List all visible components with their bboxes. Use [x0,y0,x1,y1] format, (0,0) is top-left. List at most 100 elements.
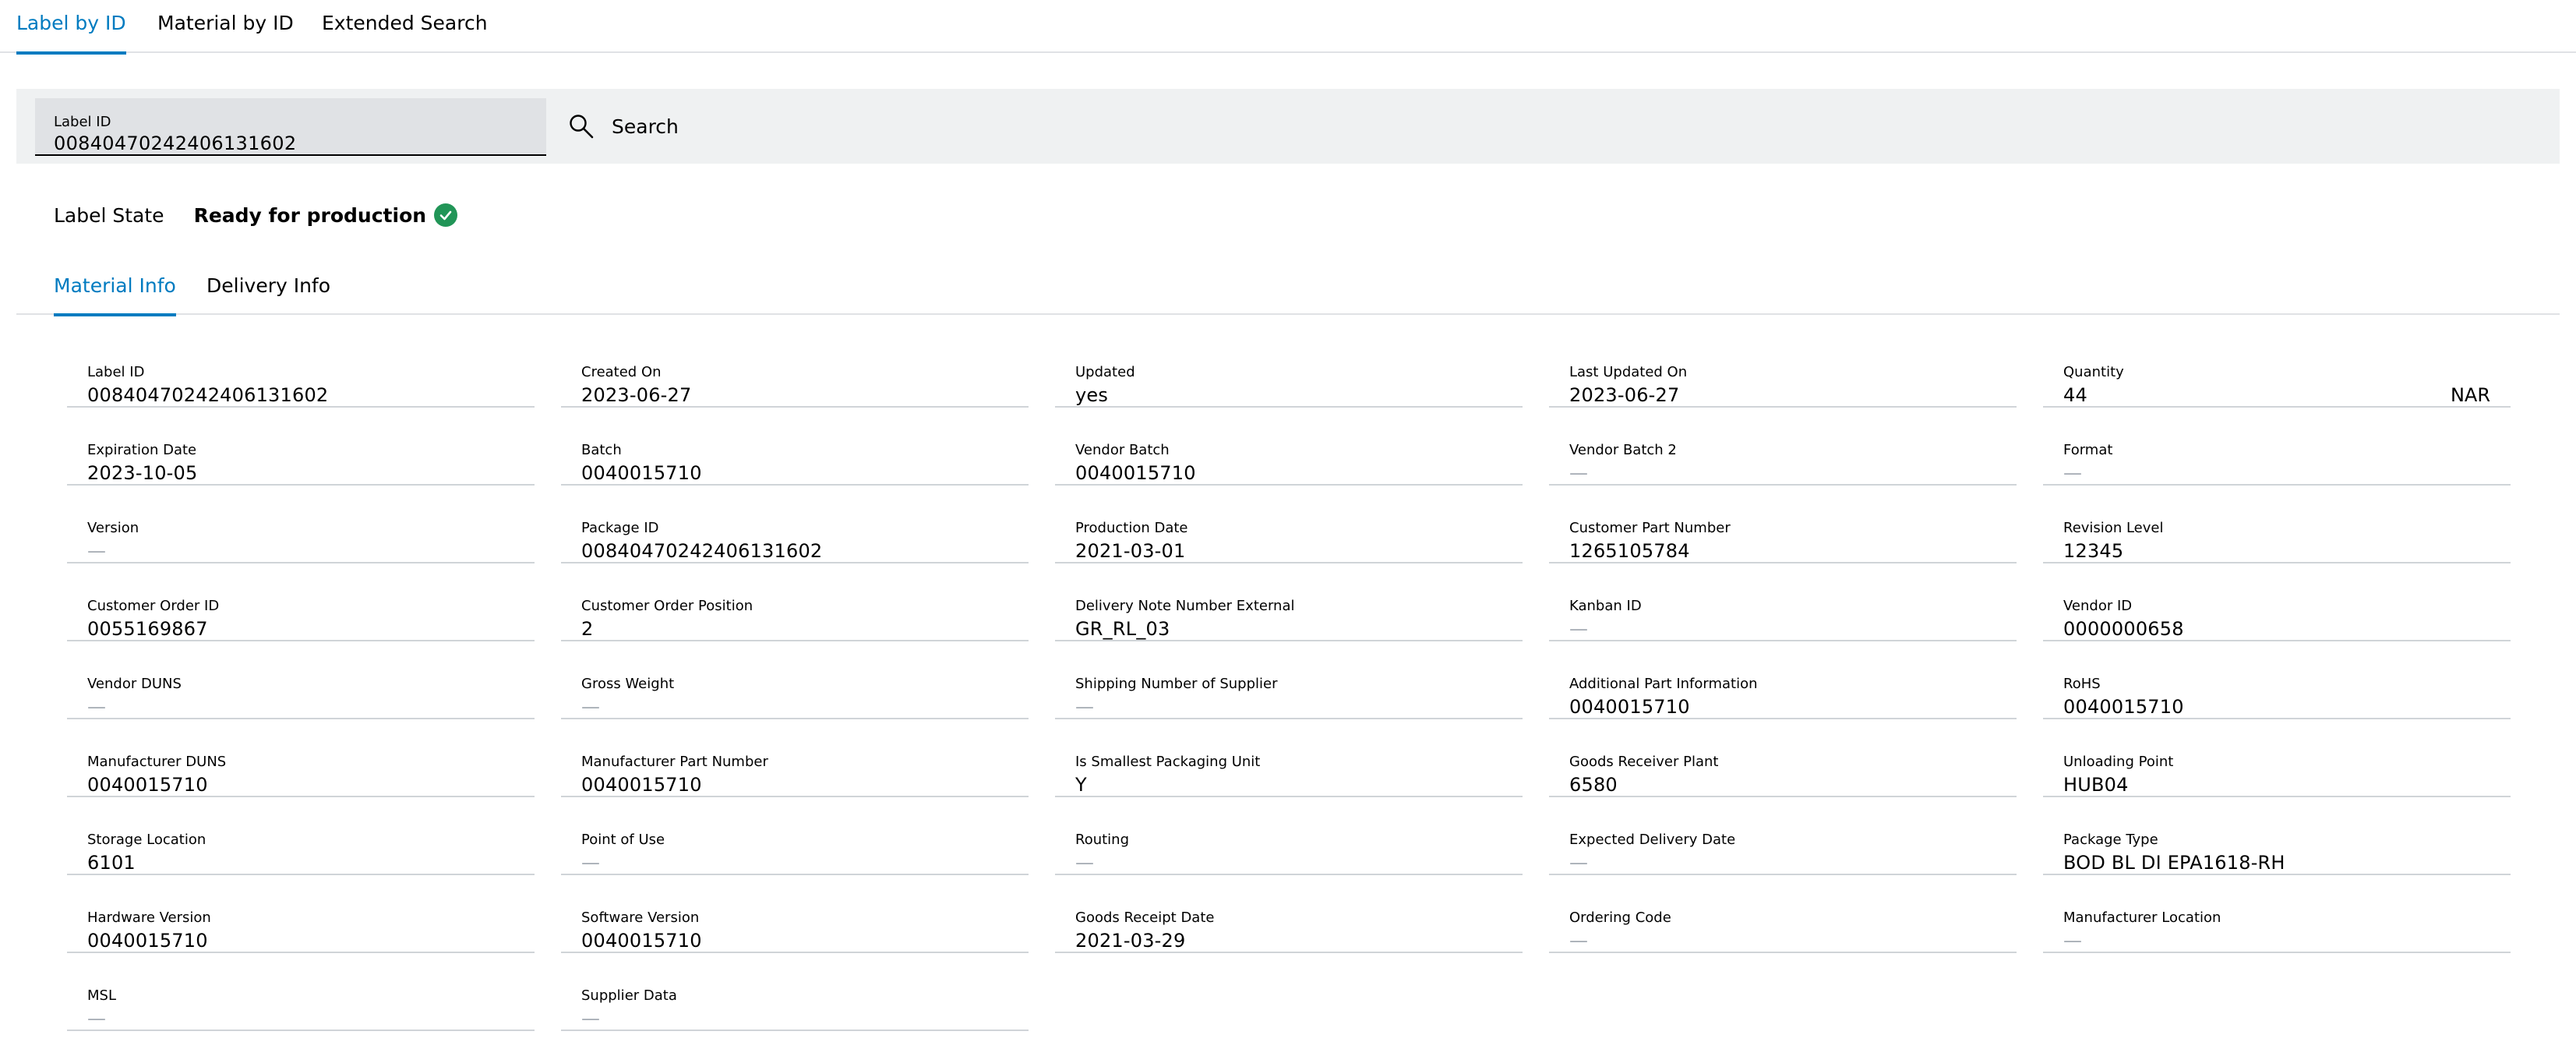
field-label: Gross Weight [581,676,675,692]
field-goods-receiver-plant: Goods Receiver Plant 6580 [1549,744,2017,797]
field-value: 2023-06-27 [1569,384,1680,406]
field-value: — [87,696,107,718]
field-batch: Batch 0040015710 [561,433,1029,486]
field-value: — [2063,930,2083,952]
top-tab-bar: Label by ID Material by ID Extended Sear… [0,0,2576,55]
field-value: 0040015710 [581,930,702,952]
field-storage-location: Storage Location 6101 [67,822,535,875]
label-id-input[interactable]: Label ID 00840470242406131602 [35,98,546,156]
material-info-grid: Label ID 00840470242406131602 Created On 20… [67,355,2511,1031]
field-label: Customer Part Number [1569,520,1731,536]
field-label: Package Type [2063,832,2158,848]
field-value: — [581,852,601,874]
field-updated: Updated yes [1055,355,1523,408]
field-label: Software Version [581,909,700,926]
field-value: 1265105784 [1569,540,1690,562]
field-gross-weight: Gross Weight — [561,666,1029,719]
field-label: Vendor ID [2063,598,2133,614]
field-manufacturer-part-number: Manufacturer Part Number 0040015710 [561,744,1029,797]
field-label: Expiration Date [87,442,197,458]
field-label: Point of Use [581,832,665,848]
field-value: 6101 [87,852,136,874]
field-goods-receipt-date: Goods Receipt Date 2021-03-29 [1055,900,1523,953]
field-label-id: Label ID 00840470242406131602 [67,355,535,408]
field-delivery-note-number-external: Delivery Note Number External GR_RL_03 [1055,588,1523,641]
field-value: 0040015710 [2063,696,2184,718]
field-routing: Routing — [1055,822,1523,875]
field-expected-delivery-date: Expected Delivery Date — [1549,822,2017,875]
field-label: Revision Level [2063,520,2164,536]
search-icon [570,115,594,139]
field-production-date: Production Date 2021-03-01 [1055,510,1523,563]
field-msl: MSL — [67,978,535,1031]
field-unloading-point: Unloading Point HUB04 [2043,744,2511,797]
tab-extended-search[interactable]: Extended Search [322,0,488,53]
field-value: — [1569,852,1589,874]
field-value: BOD BL DI EPA1618-RH [2063,852,2285,874]
field-label: Manufacturer Location [2063,909,2221,926]
field-value: 0040015710 [581,462,702,484]
field-is-smallest-packaging-unit: Is Smallest Packaging Unit Y [1055,744,1523,797]
search-button[interactable]: Search [568,104,679,148]
field-value: 2 [581,618,594,640]
info-tab-bar: Material Info Delivery Info [16,259,2560,316]
field-customer-part-number: Customer Part Number 1265105784 [1549,510,2017,563]
field-vendor-duns: Vendor DUNS — [67,666,535,719]
field-label: Customer Order ID [87,598,220,614]
field-label: Production Date [1075,520,1188,536]
field-value: — [1569,618,1589,640]
field-label: Kanban ID [1569,598,1642,614]
field-value: — [581,1008,601,1030]
field-vendor-id: Vendor ID 0000000658 [2043,588,2511,641]
tab-material-by-id[interactable]: Material by ID [157,0,294,53]
field-point-of-use: Point of Use — [561,822,1029,875]
field-software-version: Software Version 0040015710 [561,900,1029,953]
tab-label-by-id[interactable]: Label by ID [16,0,126,55]
field-label: Label ID [87,364,145,380]
field-customer-order-id: Customer Order ID 0055169867 [67,588,535,641]
field-value: 0040015710 [581,774,702,796]
field-rohs: RoHS 0040015710 [2043,666,2511,719]
field-label: Goods Receipt Date [1075,909,1215,926]
field-shipping-number-of-supplier: Shipping Number of Supplier — [1055,666,1523,719]
field-manufacturer-location: Manufacturer Location — [2043,900,2511,953]
label-id-input-label: Label ID [54,114,111,130]
field-value: 00840470242406131602 [581,540,823,562]
field-expiration-date: Expiration Date 2023-10-05 [67,433,535,486]
field-label: Unloading Point [2063,754,2174,770]
field-value: 2021-03-01 [1075,540,1186,562]
field-manufacturer-duns: Manufacturer DUNS 0040015710 [67,744,535,797]
field-last-updated-on: Last Updated On 2023-06-27 [1549,355,2017,408]
field-label: Updated [1075,364,1135,380]
field-format: Format — [2043,433,2511,486]
tab-delivery-info[interactable]: Delivery Info [206,259,330,315]
field-vendor-batch: Vendor Batch 0040015710 [1055,433,1523,486]
field-label: MSL [87,987,116,1004]
field-label: Batch [581,442,622,458]
field-quantity: Quantity 44 NAR [2043,355,2511,408]
label-id-input-value[interactable]: 00840470242406131602 [54,132,296,154]
field-value: 2021-03-29 [1075,930,1186,952]
field-label: Manufacturer DUNS [87,754,227,770]
search-button-label: Search [612,115,679,138]
field-label: Quantity [2063,364,2124,380]
field-package-id: Package ID 00840470242406131602 [561,510,1029,563]
field-label: Format [2063,442,2113,458]
field-vendor-batch-2: Vendor Batch 2 — [1549,433,2017,486]
field-label: Storage Location [87,832,206,848]
field-value: 0040015710 [87,930,208,952]
field-version: Version — [67,510,535,563]
field-kanban-id: Kanban ID — [1549,588,2017,641]
field-label: Expected Delivery Date [1569,832,1736,848]
field-value: 44 [2063,384,2087,406]
field-label: Hardware Version [87,909,211,926]
field-label: Customer Order Position [581,598,753,614]
field-label: Vendor DUNS [87,676,182,692]
field-value: — [87,1008,107,1030]
field-label: Shipping Number of Supplier [1075,676,1278,692]
tab-material-info[interactable]: Material Info [54,259,176,316]
field-label: Ordering Code [1569,909,1671,926]
field-value: — [87,540,107,562]
field-value: — [1569,930,1589,952]
field-label: Vendor Batch [1075,442,1170,458]
